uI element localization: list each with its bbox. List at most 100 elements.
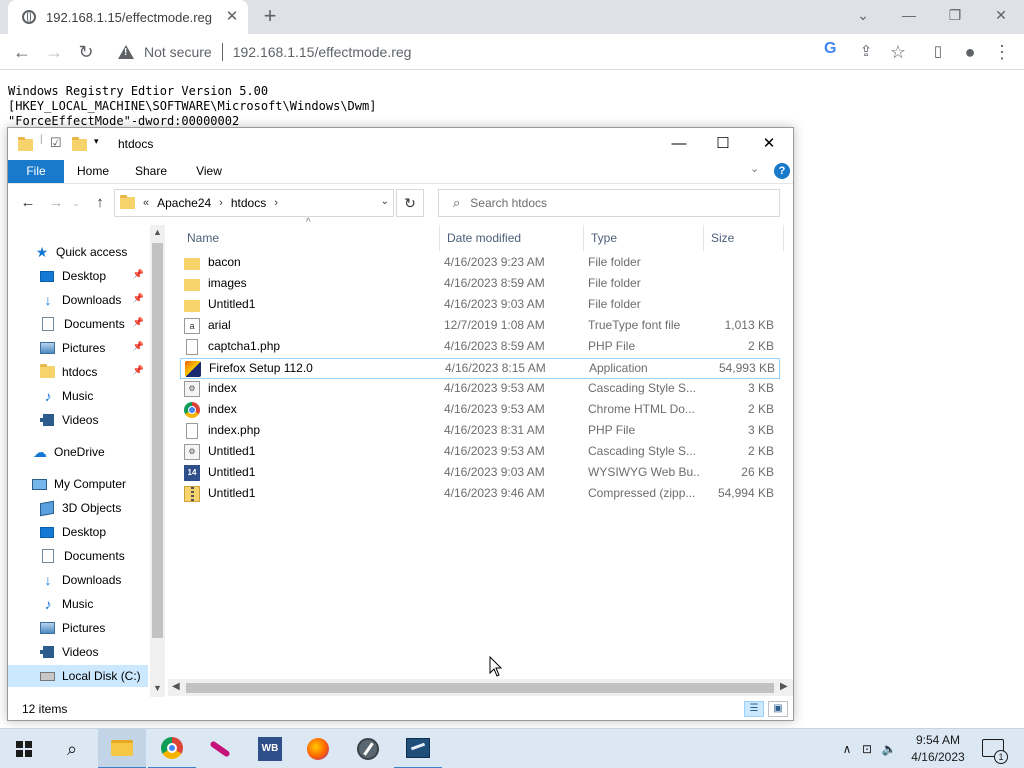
ribbon-tab-file[interactable]: File	[8, 160, 64, 183]
explorer-maximize-button[interactable]: ☐	[700, 132, 746, 156]
sidebar-item-documents-pc[interactable]: Documents	[40, 545, 148, 567]
taskbar-search-button[interactable]: ⌕	[48, 729, 96, 768]
sidebar-item-desktop[interactable]: Desktop 📌	[40, 265, 148, 287]
url-text[interactable]: 192.168.1.15/effectmode.reg	[233, 44, 412, 60]
details-view-icon[interactable]: ☰	[744, 701, 764, 717]
explorer-forward-button[interactable]: →	[46, 192, 66, 214]
security-label[interactable]: Not secure	[144, 44, 212, 60]
bookmark-star-icon[interactable]: ☆	[886, 40, 910, 64]
breadcrumb-htdocs[interactable]: htdocs	[231, 196, 266, 210]
file-row[interactable]: captcha1.php 4/16/2023 8:59 AM PHP File 2 K…	[180, 337, 780, 358]
tab-search-icon[interactable]: ⌄	[840, 4, 886, 26]
address-bar[interactable]: Not secure 192.168.1.15/effectmode.reg	[108, 37, 918, 67]
warning-icon[interactable]	[118, 45, 134, 59]
scroll-left-icon[interactable]: ◀	[172, 681, 180, 692]
network-icon[interactable]: ⊡	[856, 742, 878, 756]
ribbon-tab-home[interactable]: Home	[70, 160, 116, 183]
sidebar-item-desktop-pc[interactable]: Desktop	[40, 521, 148, 543]
sidebar-item-downloads[interactable]: ↓ Downloads 📌	[40, 289, 148, 311]
file-row[interactable]: bacon 4/16/2023 9:23 AM File folder	[180, 253, 780, 274]
sidebar-item-documents[interactable]: Documents 📌	[40, 313, 148, 335]
restore-button[interactable]: ❐	[932, 4, 978, 26]
breadcrumb-overflow[interactable]: «	[143, 197, 149, 209]
file-row[interactable]: 14 Untitled1 4/16/2023 9:03 AM WYSIWYG Web …	[180, 463, 780, 484]
column-header-type[interactable]: Type	[584, 225, 704, 251]
sidebar-item-pictures[interactable]: Pictures 📌	[40, 337, 148, 359]
breadcrumb-apache24[interactable]: Apache24	[157, 196, 211, 210]
volume-icon[interactable]: 🔈	[878, 742, 900, 756]
taskbar-editor-app[interactable]	[394, 729, 442, 768]
large-icons-view-icon[interactable]: ▣	[768, 701, 788, 717]
taskbar-firefox[interactable]	[294, 729, 342, 768]
reload-button[interactable]: ↻	[74, 40, 98, 64]
refresh-button[interactable]: ↻	[396, 189, 424, 217]
sidebar-item-videos[interactable]: Videos	[40, 409, 148, 431]
file-row[interactable]: Untitled1 4/16/2023 9:46 AM Compressed (zi…	[180, 484, 780, 505]
forward-button[interactable]: →	[42, 40, 66, 64]
ribbon-tab-share[interactable]: Share	[128, 160, 174, 183]
file-row[interactable]: index 4/16/2023 9:53 AM Chrome HTML Do... 2…	[180, 400, 780, 421]
properties-icon[interactable]: ☑	[50, 135, 62, 151]
quick-access-dropdown-icon[interactable]: ▾	[94, 136, 99, 147]
sidebar-item-local-disk[interactable]: Local Disk (C:)	[8, 665, 148, 687]
scroll-up-icon[interactable]: ▲	[152, 227, 163, 237]
share-icon[interactable]: ⇪	[854, 40, 878, 64]
breadcrumb-chevron-icon[interactable]: ›	[274, 197, 278, 209]
column-header-date[interactable]: Date modified	[440, 225, 584, 251]
taskbar-file-explorer[interactable]	[98, 729, 146, 768]
file-row[interactable]: index.php 4/16/2023 8:31 AM PHP File 3 KB	[180, 421, 780, 442]
column-header-name[interactable]: Name	[180, 225, 440, 251]
search-placeholder[interactable]: Search htdocs	[470, 196, 547, 210]
start-button[interactable]	[0, 729, 48, 768]
sidebar-item-music-pc[interactable]: ♪ Music	[40, 593, 148, 615]
minimize-button[interactable]: —	[886, 4, 932, 26]
browser-tab[interactable]: 192.168.1.15/effectmode.reg ✕	[8, 0, 248, 34]
up-button[interactable]: ↑	[90, 192, 110, 214]
sidebar-item-music[interactable]: ♪ Music	[40, 385, 148, 407]
scroll-down-icon[interactable]: ▼	[152, 683, 163, 693]
tab-close-icon[interactable]: ✕	[222, 7, 242, 27]
search-box[interactable]: ⌕ Search htdocs	[438, 189, 780, 217]
column-header-size[interactable]: Size	[704, 225, 784, 251]
sidebar-scrollbar[interactable]: ▲ ▼	[150, 225, 165, 697]
side-panel-icon[interactable]: ▯	[926, 40, 950, 64]
sidebar-item-videos-pc[interactable]: Videos	[40, 641, 148, 663]
profile-avatar-icon[interactable]: ●	[958, 40, 982, 64]
taskbar-compass-app[interactable]	[344, 729, 392, 768]
file-row[interactable]: Firefox Setup 112.0 4/16/2023 8:15 AM Appl…	[180, 358, 780, 379]
sidebar-item-onedrive[interactable]: ☁ OneDrive	[32, 441, 166, 463]
recent-locations-icon[interactable]: ⌄	[66, 192, 86, 214]
help-icon[interactable]: ?	[774, 163, 790, 179]
file-row[interactable]: ⚙ index 4/16/2023 9:53 AM Cascading Style S…	[180, 379, 780, 400]
expand-ribbon-icon[interactable]: ⌄	[750, 162, 759, 175]
explorer-close-button[interactable]: ✕	[746, 132, 792, 156]
explorer-address-bar[interactable]: « Apache24 › htdocs › ⌄	[114, 189, 394, 217]
new-tab-button[interactable]: +	[258, 5, 282, 29]
close-button[interactable]: ✕	[978, 4, 1024, 26]
google-translate-icon[interactable]: G	[824, 40, 836, 58]
breadcrumb-chevron-icon[interactable]: ›	[219, 197, 223, 209]
file-row[interactable]: a arial 12/7/2019 1:08 AM TrueType font fil…	[180, 316, 780, 337]
taskbar-chrome[interactable]	[148, 729, 196, 768]
back-button[interactable]: ←	[10, 40, 34, 64]
file-row[interactable]: ⚙ Untitled1 4/16/2023 9:53 AM Cascading Sty…	[180, 442, 780, 463]
ribbon-tab-view[interactable]: View	[186, 160, 232, 183]
sidebar-scroll-thumb[interactable]	[152, 243, 163, 638]
explorer-minimize-button[interactable]: —	[656, 132, 702, 156]
sidebar-item-quick-access[interactable]: ★ Quick access	[34, 241, 166, 263]
sidebar-item-downloads-pc[interactable]: ↓ Downloads	[40, 569, 148, 591]
scroll-right-icon[interactable]: ▶	[780, 681, 788, 692]
file-row[interactable]: images 4/16/2023 8:59 AM File folder	[180, 274, 780, 295]
sidebar-item-3d-objects[interactable]: 3D Objects	[40, 497, 148, 519]
file-row[interactable]: Untitled1 4/16/2023 9:03 AM File folder	[180, 295, 780, 316]
hscroll-thumb[interactable]	[186, 683, 774, 693]
new-folder-icon[interactable]	[72, 136, 87, 151]
sidebar-item-my-computer[interactable]: My Computer	[32, 473, 166, 495]
address-dropdown-icon[interactable]: ⌄	[381, 196, 389, 207]
explorer-back-button[interactable]: ←	[18, 192, 38, 214]
taskbar-wysiwyg-builder[interactable]: WB 14	[246, 729, 294, 768]
file-list-hscrollbar[interactable]: ◀ ▶	[168, 679, 793, 696]
show-hidden-icons-icon[interactable]: ∧	[838, 742, 856, 756]
taskbar-clock[interactable]: 9:54 AM 4/16/2023	[906, 732, 970, 766]
sidebar-item-pictures-pc[interactable]: Pictures	[40, 617, 148, 639]
